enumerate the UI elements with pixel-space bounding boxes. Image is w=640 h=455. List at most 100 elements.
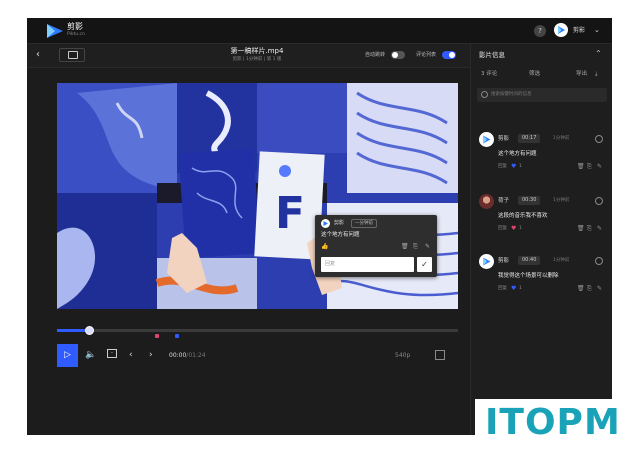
chevron-up-icon[interactable]: ⌃ (595, 49, 602, 58)
resolve-checkbox[interactable] (595, 257, 603, 265)
comment-marker-red[interactable] (155, 334, 159, 338)
search-placeholder: 搜索按键时间的信息 (491, 92, 532, 97)
file-meta: 剪影 | 1分钟前 | 第 1 版 (232, 57, 282, 62)
resolve-checkbox[interactable] (595, 197, 603, 205)
comment-ago: 1分钟前 (553, 198, 570, 203)
delete-icon[interactable]: 🗑 (577, 285, 585, 292)
avatar-logo-icon (558, 26, 565, 34)
comment-item[interactable]: 剪影 00:17 1分钟前这个地方有问题 回复 ♥ 1 🗑 ⎘ ✎ (471, 132, 612, 192)
copy-icon[interactable]: ⎘ (587, 163, 592, 170)
back-button[interactable]: ‹ (36, 48, 40, 62)
resolve-checkbox[interactable] (595, 135, 603, 143)
brand-name: 剪影 (67, 22, 83, 31)
comment-text: 这个地方有问题 (498, 151, 537, 157)
comment-avatar (479, 194, 494, 209)
comment-count: 3 评论 (481, 71, 498, 77)
like-count: 1 (519, 164, 522, 169)
avatar-logo-icon (483, 135, 491, 144)
media-icon (68, 51, 78, 59)
progress-handle[interactable] (85, 326, 95, 335)
delete-icon[interactable]: 🗑 (577, 225, 585, 232)
download-icon[interactable]: ⤓ (595, 71, 597, 78)
like-icon[interactable]: ♥ (511, 225, 516, 232)
time-display: 00:00/01:24 (169, 352, 206, 360)
app-window: 剪影 Piktu.cn ? 剪影 ⌄ ‹ 第一稿样片.mp4 剪影 | 1分钟前… (27, 18, 612, 435)
comment-user: 剪影 (498, 136, 510, 142)
edit-icon[interactable]: ✎ (597, 163, 602, 170)
svg-text:F: F (275, 188, 305, 239)
filter-button[interactable]: 筛选 (529, 71, 540, 78)
edit-icon[interactable]: ✎ (425, 243, 430, 250)
comment-user: 荷子 (498, 198, 510, 204)
volume-icon[interactable]: 🔈 (85, 348, 96, 362)
next-frame-button[interactable]: › (149, 348, 153, 362)
comment-item[interactable]: 剪影 00:40 1分钟前我觉得这个场景可以删除 回复 ♥ 1 🗑 ⎘ ✎ (471, 254, 612, 314)
reply-link[interactable]: 回复 (498, 226, 507, 232)
delete-icon[interactable]: 🗑 (401, 243, 409, 250)
delete-icon[interactable]: 🗑 (577, 163, 585, 170)
avatar-logo-icon (323, 221, 328, 226)
copy-icon[interactable]: ⎘ (587, 285, 592, 292)
comment-ago: 1分钟前 (553, 258, 570, 263)
comment-popup: 剪影 一分钟前 这个地方有问题 👍 🗑 ⎘ ✎ 回复 ✓ (315, 215, 437, 277)
comment-avatar (479, 132, 494, 147)
reply-link[interactable]: 回复 (498, 164, 507, 170)
watermark: ITOPM (475, 399, 635, 447)
video-player: F 剪影 一分钟前 这个地方有问题 👍 🗑 ⎘ ✎ 回复 ✓ ▷ 🔈 · ‹ ›… (27, 68, 470, 435)
info-panel: 影片信息 ⌃ 3 评论 筛选 导出 ⤓ 搜索按键时间的信息 剪影 00:17 1分钟… (470, 44, 612, 435)
popup-comment-text: 这个地方有问题 (321, 232, 360, 238)
comment-list-toggle[interactable] (442, 51, 456, 59)
chevron-down-icon[interactable]: ⌄ (594, 26, 600, 34)
copy-icon[interactable]: ⎘ (587, 225, 592, 232)
reply-input[interactable]: 回复 (321, 257, 414, 272)
comment-item[interactable]: 荷子 00:30 1分钟前这段的音乐我不喜欢 回复 ♥ 1 🗑 ⎘ ✎ (471, 194, 612, 254)
panel-toolbar: 3 评论 筛选 导出 ⤓ (471, 66, 612, 84)
add-media-button[interactable] (59, 48, 85, 62)
like-count: 1 (519, 226, 522, 231)
comment-marker-blue[interactable] (175, 334, 179, 338)
comment-user: 剪影 (498, 258, 510, 264)
avatar-logo-icon (483, 257, 491, 266)
current-time: 00:00 (169, 352, 187, 359)
search-box[interactable]: 搜索按键时间的信息 (477, 88, 607, 102)
quality-select[interactable]: 540p (395, 352, 410, 360)
user-avatar[interactable] (554, 23, 568, 37)
comment-text: 我觉得这个场景可以删除 (498, 273, 559, 279)
caption-icon[interactable]: · (107, 349, 117, 358)
comment-avatar (479, 254, 494, 269)
fullscreen-icon[interactable] (435, 350, 445, 360)
comment-text: 这段的音乐我不喜欢 (498, 213, 548, 219)
brand-domain: Piktu.cn (67, 32, 85, 37)
edit-icon[interactable]: ✎ (597, 285, 602, 292)
edit-icon[interactable]: ✎ (597, 225, 602, 232)
progress-bar[interactable] (57, 326, 458, 335)
prev-frame-button[interactable]: ‹ (129, 348, 133, 362)
file-name[interactable]: 第一稿样片.mp4 (207, 47, 307, 56)
user-name[interactable]: 剪影 (573, 27, 585, 35)
confirm-button[interactable]: ✓ (417, 257, 432, 272)
comment-timecode[interactable]: 00:30 (518, 196, 541, 205)
like-icon[interactable]: ♥ (511, 285, 516, 292)
auto-jump-toggle[interactable] (391, 51, 405, 59)
popup-actions: 👍 🗑 ⎘ ✎ (321, 243, 431, 251)
comment-timecode[interactable]: 00:40 (518, 256, 541, 265)
popup-time-tag: 一分钟前 (351, 219, 377, 228)
comment-ago: 1分钟前 (553, 136, 570, 141)
reply-link[interactable]: 回复 (498, 286, 507, 292)
play-button[interactable]: ▷ (57, 344, 78, 367)
copy-icon[interactable]: ⎘ (413, 243, 418, 251)
like-count: 1 (519, 286, 522, 291)
search-icon (481, 91, 488, 98)
like-icon[interactable]: 👍 (321, 243, 328, 250)
popup-user: 剪影 (334, 220, 345, 226)
comment-timecode[interactable]: 00:17 (518, 134, 541, 143)
player-controls: ▷ 🔈 · ‹ › 00:00/01:24 540p (57, 344, 458, 367)
help-button[interactable]: ? (534, 25, 546, 37)
like-icon[interactable]: ♥ (511, 163, 516, 170)
watermark-text: ITOPM (485, 402, 621, 443)
comment-list-label: 评论列表 (416, 52, 437, 58)
export-button[interactable]: 导出 (576, 71, 587, 78)
auto-jump-label: 自动跳转 (365, 52, 386, 58)
panel-title: 影片信息 (479, 51, 505, 59)
popup-avatar (321, 219, 330, 228)
